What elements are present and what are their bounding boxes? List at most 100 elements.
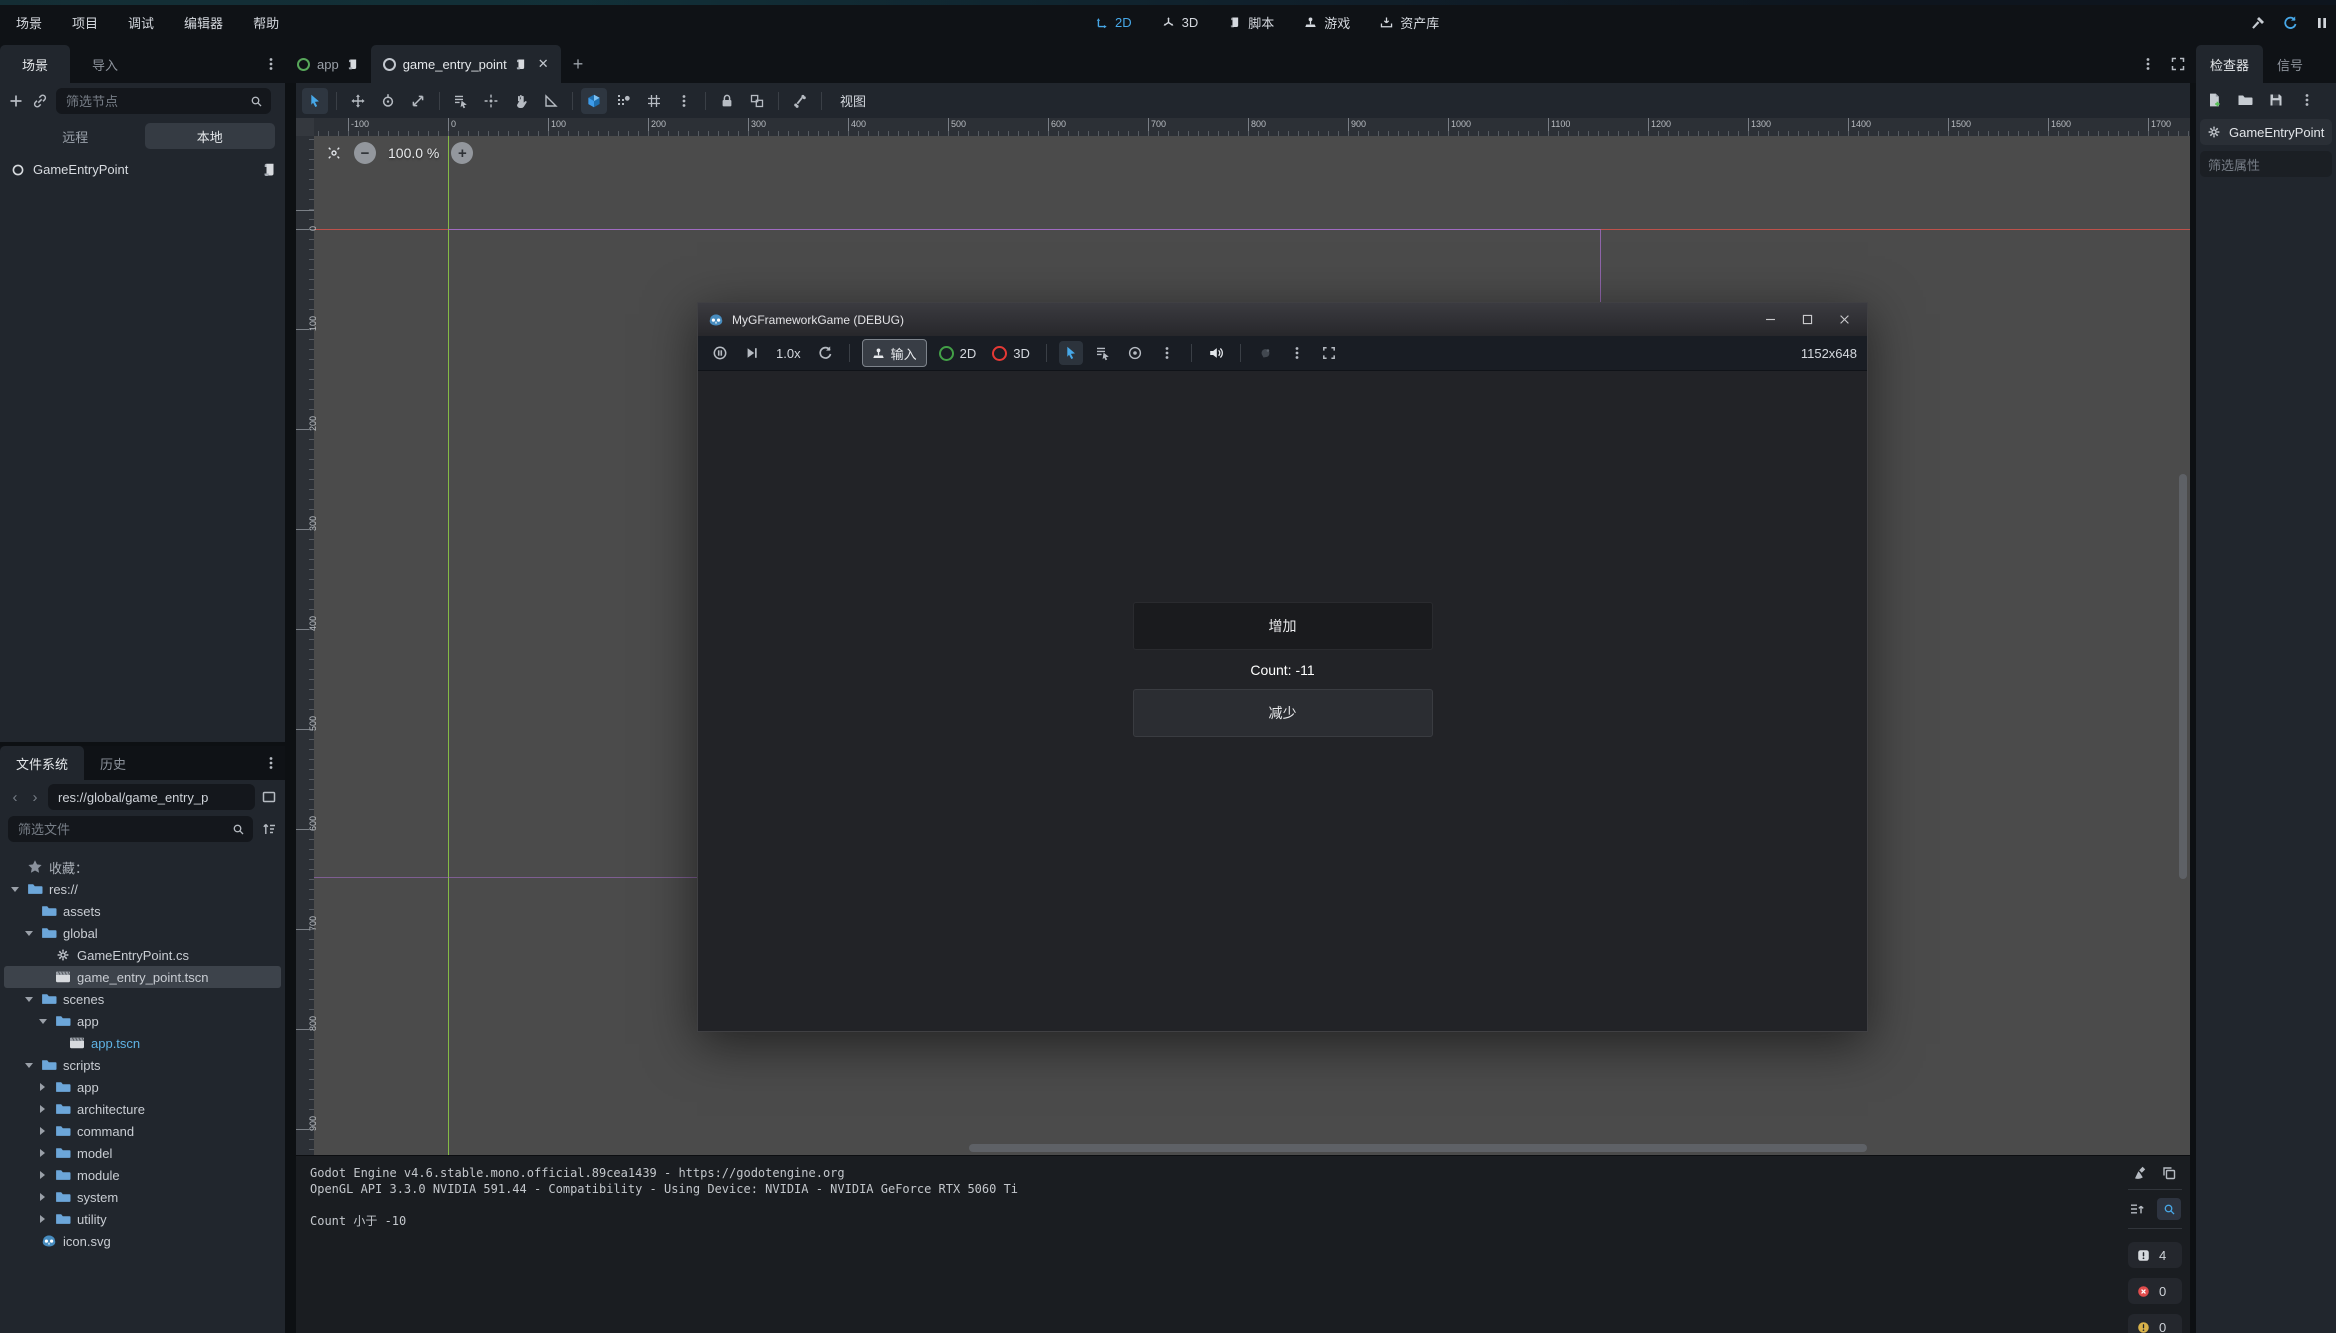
expand-arrow[interactable] — [36, 1127, 49, 1135]
scene-dock-menu-icon[interactable] — [279, 93, 285, 109]
camera-override-button[interactable] — [1123, 341, 1147, 365]
close-icon[interactable] — [1838, 313, 1851, 326]
tab-signals[interactable]: 信号 — [2263, 45, 2317, 83]
sort-files-icon[interactable] — [261, 821, 277, 837]
file-tree-item[interactable]: app.tscn — [4, 1032, 281, 1054]
debug-options-button[interactable] — [1285, 341, 1309, 365]
mode-3d-button[interactable]: 3D — [988, 346, 1034, 361]
expand-arrow[interactable] — [36, 1105, 49, 1113]
add-node-icon[interactable] — [8, 93, 24, 109]
dock-menu-icon[interactable] — [263, 56, 279, 72]
expand-arrow[interactable] — [36, 1149, 49, 1157]
collapse-duplicates-icon[interactable] — [2129, 1201, 2145, 1217]
menu-item[interactable]: 项目 — [72, 13, 98, 32]
tab-filesystem[interactable]: 文件系统 — [0, 746, 84, 780]
file-tree-item[interactable]: GameEntryPoint.cs — [4, 944, 281, 966]
game-select-tool-button[interactable] — [1059, 341, 1083, 365]
game-list-select-button[interactable] — [1091, 341, 1115, 365]
local-button[interactable]: 本地 — [145, 123, 276, 149]
tab-import-dock[interactable]: 导入 — [70, 45, 140, 83]
menu-item[interactable]: 编辑器 — [184, 13, 223, 32]
new-scene-tab-button[interactable]: + — [561, 45, 596, 83]
file-tree-item[interactable]: utility — [4, 1208, 281, 1230]
warnings-badge[interactable]: 0 — [2128, 1314, 2182, 1333]
embed-fullscreen-button[interactable] — [1317, 341, 1341, 365]
file-tree-item[interactable]: icon.svg — [4, 1230, 281, 1252]
smart-snap-button[interactable] — [581, 88, 607, 114]
errors-badge[interactable]: 0 — [2128, 1278, 2182, 1304]
view-menu-button[interactable]: 视图 — [830, 88, 876, 114]
pause-icon[interactable] — [2314, 15, 2330, 31]
filter-properties-input[interactable]: 筛选属性 — [2200, 151, 2332, 177]
current-path-input[interactable] — [56, 789, 247, 806]
grid-snap-button[interactable] — [641, 88, 667, 114]
scene-tab-app[interactable]: app — [285, 45, 371, 83]
tab-scene-dock[interactable]: 场景 — [0, 45, 70, 83]
select-options-button[interactable] — [1155, 341, 1179, 365]
instance-scene-icon[interactable] — [32, 93, 48, 109]
inspected-node-row[interactable]: GameEntryPoint — [2200, 119, 2332, 145]
speed-multiplier[interactable]: 1.0x — [772, 346, 805, 361]
expand-arrow[interactable] — [36, 1083, 49, 1091]
workspace-脚本[interactable]: 脚本 — [1228, 13, 1274, 32]
audio-mute-button[interactable] — [1204, 341, 1228, 365]
filesystem-menu-icon[interactable] — [263, 755, 279, 771]
minimize-icon[interactable] — [1764, 313, 1777, 326]
suspend-button[interactable] — [708, 341, 732, 365]
expand-arrow[interactable] — [36, 1019, 49, 1024]
canvas-horizontal-scrollbar[interactable] — [969, 1144, 1867, 1152]
workspace-资产库[interactable]: 资产库 — [1380, 13, 1439, 32]
search-output-button[interactable] — [2157, 1198, 2181, 1220]
menu-item[interactable]: 调试 — [128, 13, 154, 32]
expand-arrow[interactable] — [8, 887, 21, 892]
zoom-level[interactable]: 100.0 % — [388, 145, 439, 161]
nav-back-icon[interactable]: ‹ — [8, 789, 22, 806]
lock-node-button[interactable] — [714, 88, 740, 114]
list-select-button[interactable] — [448, 88, 474, 114]
menu-item[interactable]: 场景 — [16, 13, 42, 32]
scene-tab-game_entry_point[interactable]: game_entry_point✕ — [371, 45, 561, 83]
zoom-out-button[interactable]: − — [354, 142, 376, 164]
close-tab-icon[interactable]: ✕ — [538, 56, 549, 72]
workspace-3d[interactable]: 3D — [1162, 15, 1199, 30]
scene-tree-root-node[interactable]: GameEntryPoint — [0, 157, 285, 182]
messages-badge[interactable]: 4 — [2128, 1242, 2182, 1268]
expand-arrow[interactable] — [22, 997, 35, 1002]
increase-button[interactable]: 增加 — [1133, 602, 1433, 650]
file-tree-item[interactable]: module — [4, 1164, 281, 1186]
file-tree-item[interactable]: model — [4, 1142, 281, 1164]
remote-button[interactable]: 远程 — [10, 123, 141, 149]
scale-tool-button[interactable] — [405, 88, 431, 114]
file-tree-item[interactable]: system — [4, 1186, 281, 1208]
file-tree-item[interactable]: architecture — [4, 1098, 281, 1120]
clear-output-icon[interactable] — [2133, 1165, 2149, 1181]
save-resource-icon[interactable] — [2268, 92, 2284, 108]
filter-files-input[interactable] — [16, 821, 226, 838]
tab-inspector[interactable]: 检查器 — [2196, 45, 2263, 83]
file-tree-item[interactable]: scenes — [4, 988, 281, 1010]
snap-options-button[interactable] — [671, 88, 697, 114]
expand-arrow[interactable] — [22, 1063, 35, 1068]
skeleton-options-button[interactable] — [787, 88, 813, 114]
file-tree-item[interactable]: res:// — [4, 878, 281, 900]
game-window-titlebar[interactable]: MyGFrameworkGame (DEBUG) — [698, 303, 1867, 336]
maximize-icon[interactable] — [1801, 313, 1814, 326]
file-tree-item[interactable]: global — [4, 922, 281, 944]
nav-forward-icon[interactable]: › — [28, 789, 42, 806]
load-resource-icon[interactable] — [2237, 92, 2253, 108]
file-tree-item[interactable]: game_entry_point.tscn — [4, 966, 281, 988]
select-tool-button[interactable] — [302, 88, 328, 114]
file-tree-item[interactable]: scripts — [4, 1054, 281, 1076]
ruler-tool-button[interactable] — [538, 88, 564, 114]
reset-speed-button[interactable] — [813, 341, 837, 365]
split-view-icon[interactable] — [261, 789, 277, 805]
rotate-tool-button[interactable] — [375, 88, 401, 114]
next-frame-button[interactable] — [740, 341, 764, 365]
center-view-icon[interactable] — [326, 145, 342, 161]
attached-script-icon[interactable] — [261, 162, 277, 178]
expand-arrow[interactable] — [36, 1171, 49, 1179]
pixel-snap-button[interactable] — [611, 88, 637, 114]
inspector-menu-icon[interactable] — [2299, 92, 2315, 108]
file-tree-item[interactable]: command — [4, 1120, 281, 1142]
move-tool-button[interactable] — [345, 88, 371, 114]
